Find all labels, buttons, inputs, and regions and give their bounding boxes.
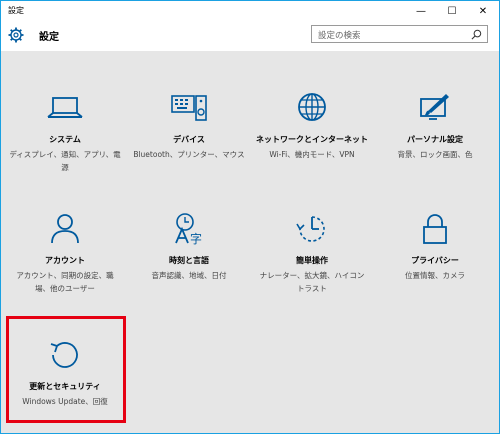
tile-label: パーソナル設定: [407, 135, 463, 144]
keyboard-speaker-icon: [171, 95, 207, 121]
tile-network[interactable]: ネットワークとインターネット Wi-Fi、機内モード、VPN: [254, 91, 370, 191]
tile-description: 位置情報、カメラ: [405, 271, 465, 280]
tile-personalization[interactable]: パーソナル設定 背景、ロック画面、色: [377, 91, 493, 191]
settings-window: 設定 — ☐ ✕ 設定 設定の検索 システム ディスプレイ、通知、アプリ、電源 …: [0, 0, 500, 434]
tile-label: 時刻と言語: [169, 256, 209, 265]
lock-icon: [423, 214, 447, 244]
tile-label: システム: [49, 135, 81, 144]
title-bar: 設定 — ☐ ✕: [1, 1, 499, 21]
page-title: 設定: [39, 32, 59, 43]
minimize-button[interactable]: —: [406, 1, 436, 21]
paint-monitor-icon: [420, 94, 449, 120]
search-placeholder: 設定の検索: [318, 31, 361, 41]
tile-privacy[interactable]: プライバシー 位置情報、カメラ: [377, 212, 493, 312]
search-icon[interactable]: [471, 29, 482, 40]
ease-of-access-icon: [296, 216, 325, 242]
tile-description: Wi-Fi、機内モード、VPN: [269, 150, 355, 159]
laptop-icon: [47, 97, 83, 118]
maximize-button[interactable]: ☐: [437, 1, 467, 21]
settings-header: 設定 設定の検索: [1, 21, 499, 51]
tile-description: ディスプレイ、通知、アプリ、電源: [9, 150, 121, 172]
tile-devices[interactable]: デバイス Bluetooth、プリンター、マウス: [131, 91, 247, 191]
tile-label: デバイス: [173, 135, 205, 144]
tile-time-language[interactable]: 字 時刻と言語 音声認識、地域、日付: [131, 212, 247, 312]
tile-system[interactable]: システム ディスプレイ、通知、アプリ、電源: [7, 91, 123, 191]
tile-description: 音声認識、地域、日付: [151, 271, 227, 280]
tile-label: プライバシー: [411, 256, 459, 265]
tile-label: アカウント: [45, 256, 85, 265]
tile-description: Bluetooth、プリンター、マウス: [133, 150, 245, 159]
tile-description: 背景、ロック画面、色: [397, 150, 473, 159]
tile-accounts[interactable]: アカウント アカウント、同期の設定、職場、他のユーザー: [7, 212, 123, 312]
globe-icon: [298, 93, 326, 121]
gear-icon: [8, 27, 24, 43]
tile-description: アカウント、同期の設定、職場、他のユーザー: [16, 271, 114, 293]
svg-text:字: 字: [190, 231, 202, 246]
person-icon: [51, 214, 79, 244]
highlight-box: [6, 316, 126, 423]
clock-language-icon: 字: [175, 213, 202, 246]
tile-description: ナレーター、拡大鏡、ハイコントラスト: [259, 271, 365, 293]
search-input[interactable]: 設定の検索: [311, 25, 488, 43]
tile-ease-of-access[interactable]: 簡単操作 ナレーター、拡大鏡、ハイコントラスト: [254, 212, 370, 312]
tile-label: ネットワークとインターネット: [256, 135, 368, 144]
close-button[interactable]: ✕: [468, 1, 498, 21]
tile-label: 簡単操作: [296, 256, 328, 265]
window-title: 設定: [8, 6, 24, 15]
